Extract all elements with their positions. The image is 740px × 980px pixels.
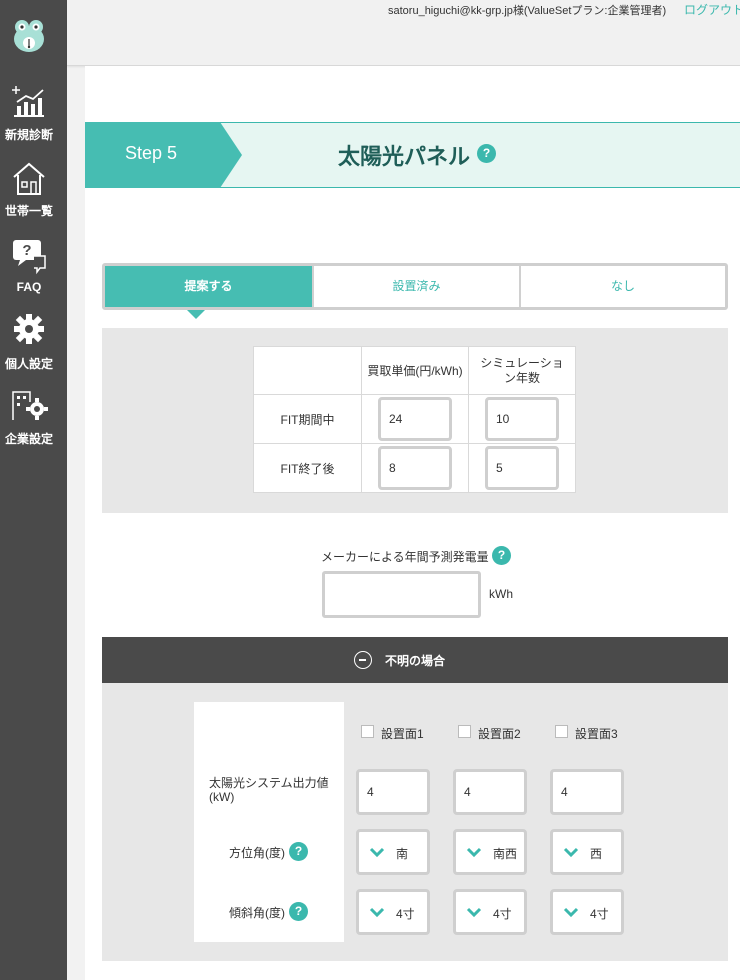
surface-checkbox-1[interactable] [361, 725, 374, 738]
sidebar-item-faq[interactable]: ? FAQ [0, 238, 67, 308]
select-value: 4寸 [493, 907, 512, 921]
sidebar-item-label: 世帯一覧 [4, 204, 53, 218]
surface-checkbox-label: 設置面1 [381, 727, 424, 741]
fit-years-input[interactable]: 10 [485, 397, 559, 441]
select-value: 南西 [493, 847, 518, 861]
chevron-down-icon [369, 847, 385, 858]
row-label: FIT終了後 [253, 443, 362, 493]
help-icon[interactable]: ? [289, 902, 308, 921]
tab-installed[interactable]: 設置済み [312, 266, 519, 307]
chevron-down-icon [563, 907, 579, 918]
table-header-empty [253, 346, 362, 395]
sidebar-item-new-diagnosis[interactable]: 新規診断 [0, 84, 67, 154]
step-indicator: Step 5 [85, 122, 242, 188]
generation-input[interactable] [322, 571, 481, 618]
azimuth-label: 方位角(度) [229, 846, 285, 860]
sidebar-item-label: 個人設定 [4, 357, 53, 371]
surface-checkbox-2[interactable] [458, 725, 471, 738]
fit-table: 買取単価(円/kWh) シミュレーション年数 FIT期間中 24 10 FIT終… [253, 346, 576, 493]
gear-icon [14, 314, 44, 344]
generation-unit: kWh [489, 587, 513, 601]
building-gear-icon [12, 391, 48, 420]
azimuth-select-3[interactable]: 西 [550, 829, 624, 875]
fit-price-input[interactable]: 24 [378, 397, 452, 441]
help-icon[interactable]: ? [492, 546, 511, 565]
help-icon[interactable]: ? [289, 842, 308, 861]
chart-plus-icon [12, 86, 44, 117]
top-bar: satoru_higuchi@kk-grp.jp様(ValueSetプラン:企業… [67, 0, 740, 66]
sidebar: 新規診断 世帯一覧 ? FAQ 個人設定 企業設定 [0, 0, 67, 980]
generation-label: メーカーによる年間予測発電量 [321, 550, 489, 564]
sidebar-item-personal-settings[interactable]: 個人設定 [0, 313, 67, 383]
table-header-price: 買取単価(円/kWh) [361, 346, 469, 395]
tilt-select-3[interactable]: 4寸 [550, 889, 624, 935]
sidebar-item-label: 企業設定 [4, 432, 53, 446]
output-label: 太陽光システム出力値(kW) [209, 776, 329, 804]
main-content: Step 5 太陽光パネル ? 提案する 設置済み なし 買取単価(円/kWh)… [85, 66, 740, 980]
chevron-down-icon [563, 847, 579, 858]
tab-propose[interactable]: 提案する [105, 266, 312, 307]
surface-checkbox-label: 設置面3 [575, 727, 618, 741]
unknown-section-label: 不明の場合 [385, 654, 446, 668]
tab-none[interactable]: なし [519, 266, 725, 307]
proposal-tabs: 提案する 設置済み なし [102, 263, 728, 310]
help-icon[interactable]: ? [477, 144, 496, 163]
step-label: Step 5 [125, 143, 178, 163]
select-value: 南 [396, 847, 409, 861]
user-info: satoru_higuchi@kk-grp.jp様(ValueSetプラン:企業… [388, 5, 667, 17]
unknown-section-toggle[interactable]: 不明の場合 [102, 637, 728, 683]
row-label: FIT期間中 [253, 394, 362, 444]
tilt-select-1[interactable]: 4寸 [356, 889, 430, 935]
surface-checkbox-3[interactable] [555, 725, 568, 738]
select-value: 4寸 [590, 907, 609, 921]
surface-checkbox-label: 設置面2 [478, 727, 521, 741]
azimuth-select-1[interactable]: 南 [356, 829, 430, 875]
sidebar-item-household-list[interactable]: 世帯一覧 [0, 160, 67, 230]
frog-logo-icon[interactable] [12, 17, 46, 53]
table-row: FIT終了後 8 5 [253, 443, 576, 493]
sidebar-item-label: FAQ [16, 280, 42, 294]
tab-pointer [187, 310, 205, 319]
output-input-3[interactable]: 4 [550, 769, 624, 815]
chevron-down-icon [466, 907, 482, 918]
sidebar-item-company-settings[interactable]: 企業設定 [0, 388, 67, 458]
chevron-down-icon [369, 907, 385, 918]
output-input-2[interactable]: 4 [453, 769, 527, 815]
post-fit-price-input[interactable]: 8 [378, 446, 452, 490]
chat-question-icon: ? [13, 240, 46, 275]
table-row: FIT期間中 24 10 [253, 394, 576, 444]
svg-text:?: ? [22, 242, 31, 259]
select-value: 4寸 [396, 907, 415, 921]
tilt-select-2[interactable]: 4寸 [453, 889, 527, 935]
tilt-label: 傾斜角(度) [229, 906, 285, 920]
select-value: 西 [590, 847, 603, 861]
page-title: 太陽光パネル [338, 144, 471, 169]
post-fit-years-input[interactable]: 5 [485, 446, 559, 490]
chevron-down-icon [466, 847, 482, 858]
house-icon [13, 162, 45, 195]
sidebar-item-label: 新規診断 [4, 128, 53, 142]
logout-link[interactable]: ログアウト [684, 1, 740, 18]
minus-circle-icon [354, 651, 372, 669]
azimuth-select-2[interactable]: 南西 [453, 829, 527, 875]
output-input-1[interactable]: 4 [356, 769, 430, 815]
table-header-years: シミュレーション年数 [468, 346, 576, 395]
